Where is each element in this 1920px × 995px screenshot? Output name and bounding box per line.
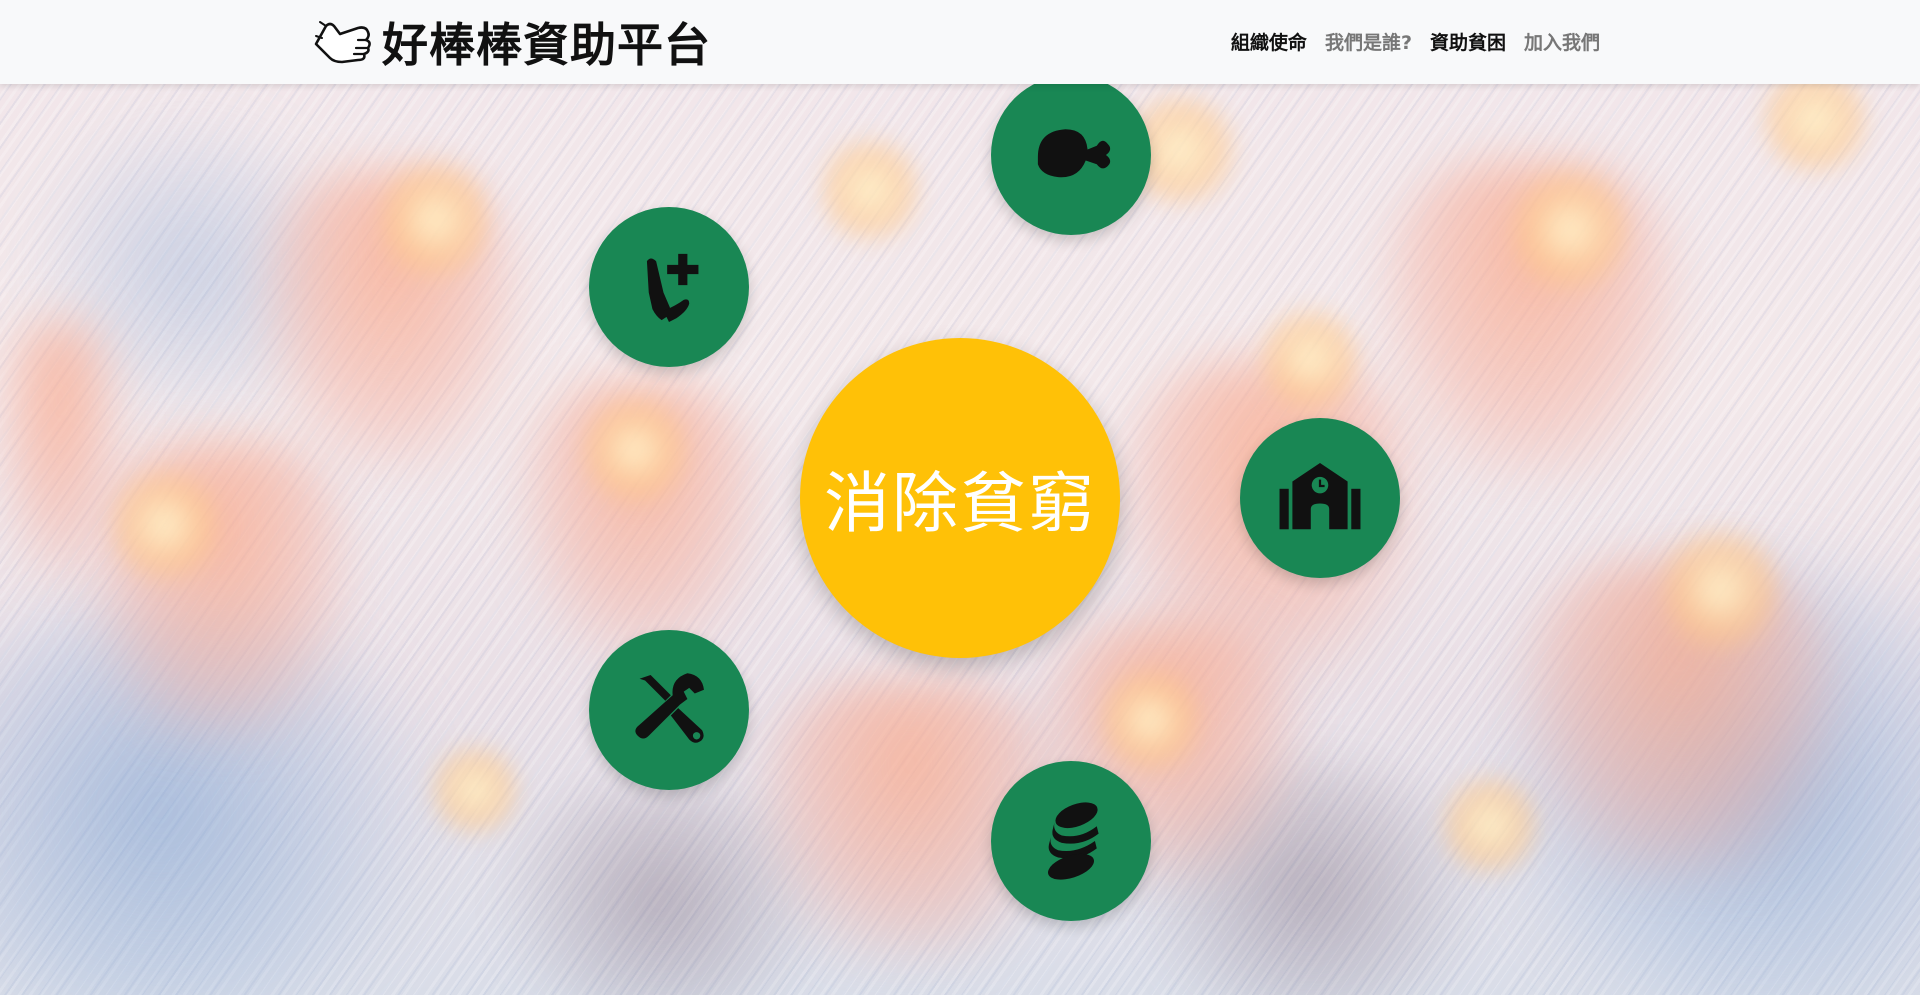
thumbs-up-hand-icon <box>314 21 371 64</box>
coins-icon <box>1047 802 1099 880</box>
nav-item-donate[interactable]: 資助貧困 <box>1430 28 1506 55</box>
nav-item-mission[interactable]: 組織使命 <box>1231 28 1307 55</box>
school-icon <box>1279 463 1361 530</box>
satellite-vocational[interactable] <box>589 630 749 790</box>
brand-link[interactable]: 好棒棒資助平台 <box>312 14 711 72</box>
drumstick-food-icon <box>1037 129 1111 178</box>
center-circle-label: 消除貧窮 <box>824 465 1096 542</box>
satellite-medical[interactable] <box>589 207 749 367</box>
tools-icon <box>635 673 704 743</box>
main-nav: 組織使命 我們是誰? 資助貧困 加入我們 <box>1231 28 1600 55</box>
satellite-financial[interactable] <box>991 761 1151 921</box>
satellite-food[interactable] <box>991 75 1151 235</box>
hand-medical-icon <box>646 253 699 322</box>
top-navbar: 好棒棒資助平台 組織使命 我們是誰? 資助貧困 加入我們 <box>0 0 1920 84</box>
satellite-education[interactable] <box>1240 418 1400 578</box>
brand-name: 好棒棒資助平台 <box>382 18 711 72</box>
nav-item-about[interactable]: 我們是誰? <box>1325 28 1412 55</box>
nav-item-join[interactable]: 加入我們 <box>1524 28 1600 55</box>
center-circle-eliminate-poverty[interactable]: 消除貧窮 <box>800 338 1120 658</box>
